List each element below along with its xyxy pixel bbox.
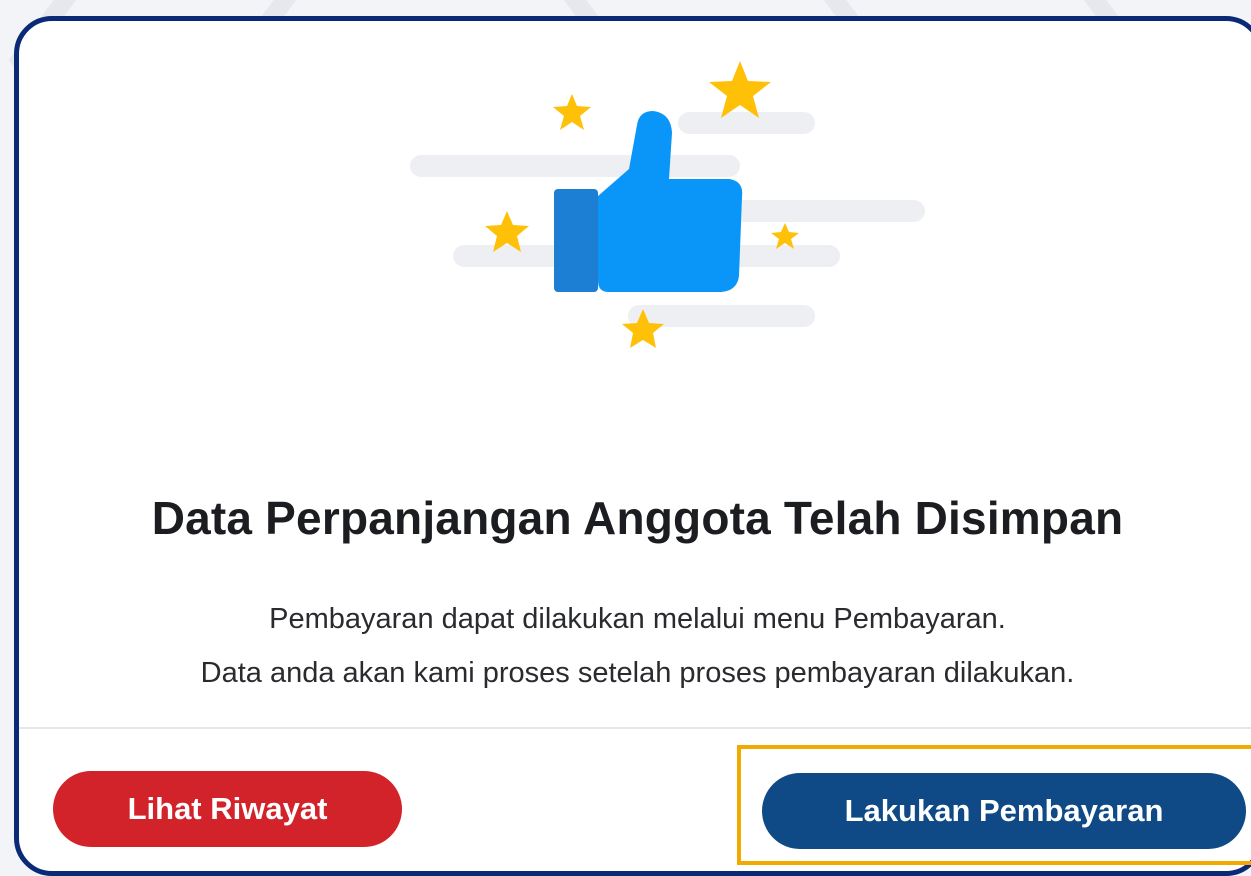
dialog-message-line2: Data anda akan kami proses setelah prose…: [200, 657, 1075, 689]
dialog-message-line1: Pembayaran dapat dilakukan melalui menu …: [269, 603, 1006, 635]
footer-divider: [19, 727, 1251, 729]
view-history-button[interactable]: Lihat Riwayat: [53, 771, 402, 847]
payment-button-highlight: [737, 745, 1251, 865]
thumbs-up-icon: [410, 61, 925, 348]
dialog-title: Data Perpanjangan Anggota Telah Disimpan: [151, 492, 1124, 544]
